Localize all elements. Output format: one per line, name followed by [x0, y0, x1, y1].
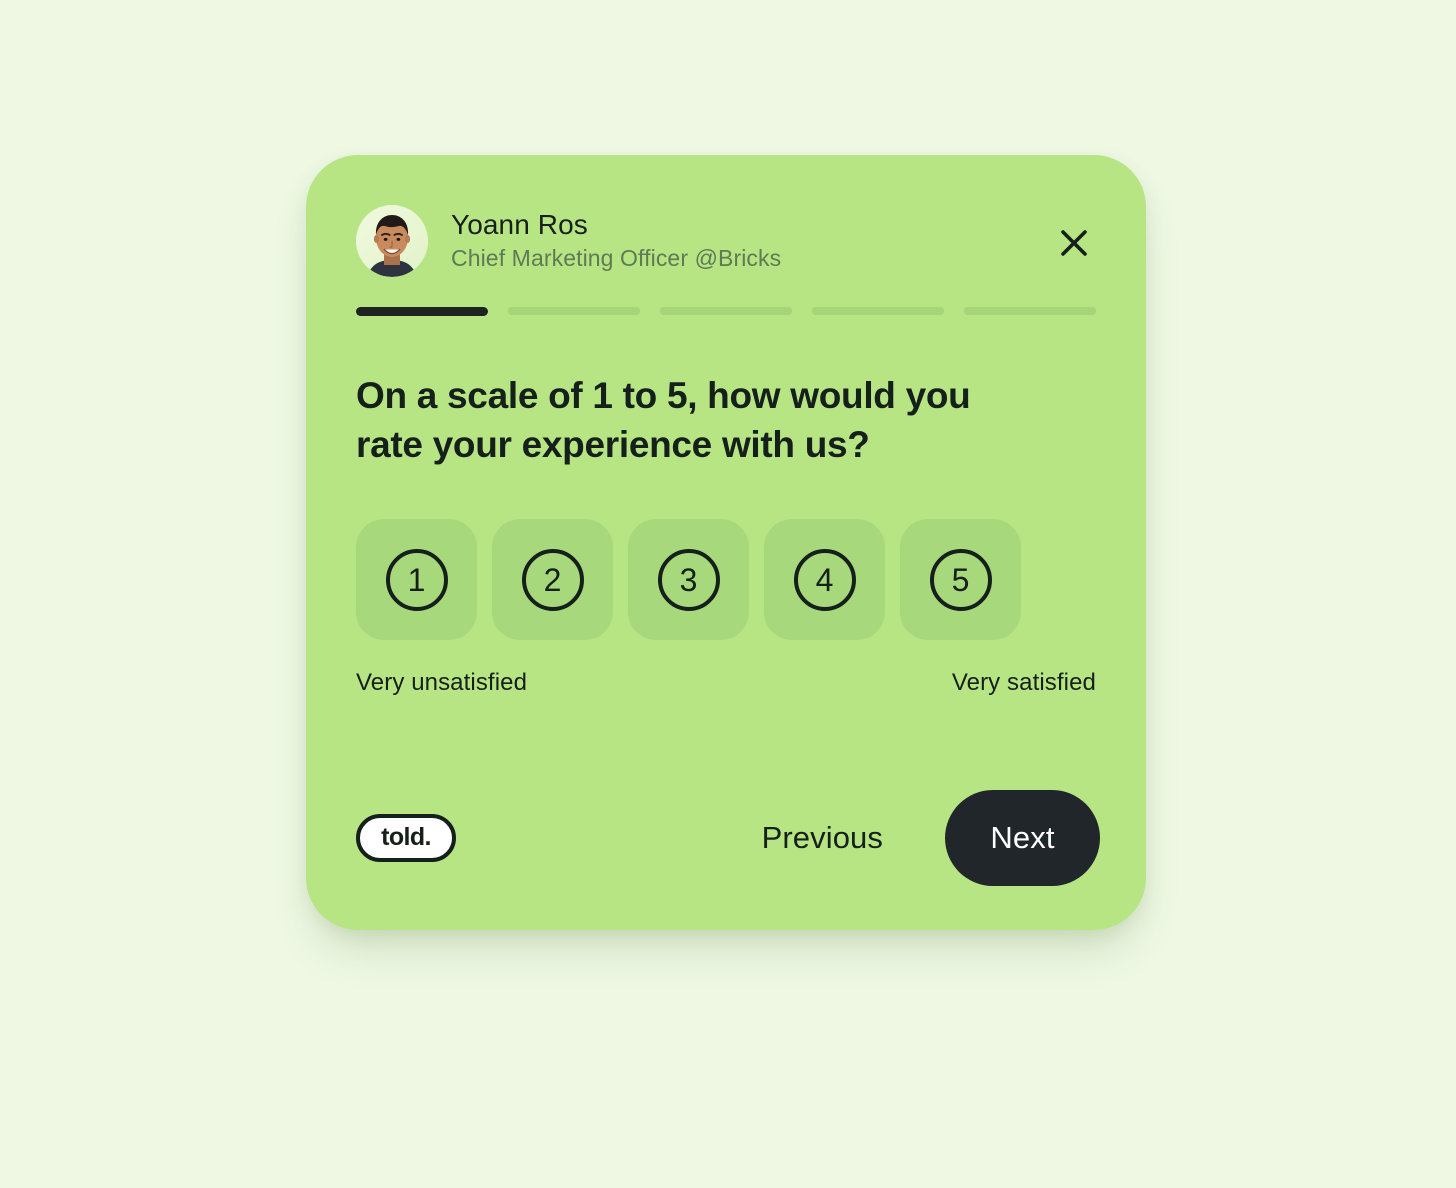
scale-low-label: Very unsatisfied — [356, 669, 528, 697]
rating-option-4[interactable]: 4 — [764, 519, 885, 641]
rating-value-4: 4 — [793, 548, 856, 611]
card-footer: told. Previous Next — [356, 790, 1100, 886]
progress-segment-1 — [356, 307, 488, 316]
rating-value-5: 5 — [929, 548, 992, 611]
next-button[interactable]: Next — [945, 790, 1100, 886]
told-brand-label: told. — [381, 822, 431, 851]
scale-high-label: Very satisfied — [951, 669, 1096, 697]
rating-scale: 1 2 3 4 5 — [356, 519, 1096, 641]
close-icon — [1058, 227, 1090, 259]
progress-segment-3 — [660, 307, 792, 315]
progress-segment-4 — [812, 307, 944, 315]
close-button[interactable] — [1048, 217, 1100, 269]
progress-segment-5 — [964, 307, 1096, 315]
rating-value-1: 1 — [385, 548, 448, 611]
told-brand-logo[interactable]: told. — [356, 814, 456, 862]
progress-segment-2 — [508, 307, 640, 315]
person-role: Chief Marketing Officer @Bricks — [451, 245, 782, 272]
scale-legend: Very unsatisfied Very satisfied — [356, 669, 1096, 697]
progress-track — [356, 307, 1096, 316]
rating-option-3[interactable]: 3 — [628, 519, 749, 641]
person-name: Yoann Ros — [451, 208, 588, 240]
avatar — [356, 205, 428, 277]
rating-value-3: 3 — [657, 548, 720, 611]
page-root: Yoann Ros Chief Marketing Officer @Brick… — [0, 0, 1456, 1188]
previous-button[interactable]: Previous — [756, 810, 889, 866]
card-header: Yoann Ros Chief Marketing Officer @Brick… — [356, 201, 1096, 281]
rating-value-2: 2 — [521, 548, 584, 611]
question-text: On a scale of 1 to 5, how would you rate… — [356, 375, 971, 466]
identity-block: Yoann Ros Chief Marketing Officer @Brick… — [451, 208, 781, 275]
survey-card: Yoann Ros Chief Marketing Officer @Brick… — [306, 155, 1146, 930]
rating-option-1[interactable]: 1 — [356, 519, 477, 641]
rating-option-2[interactable]: 2 — [492, 519, 613, 641]
rating-option-5[interactable]: 5 — [900, 519, 1021, 641]
